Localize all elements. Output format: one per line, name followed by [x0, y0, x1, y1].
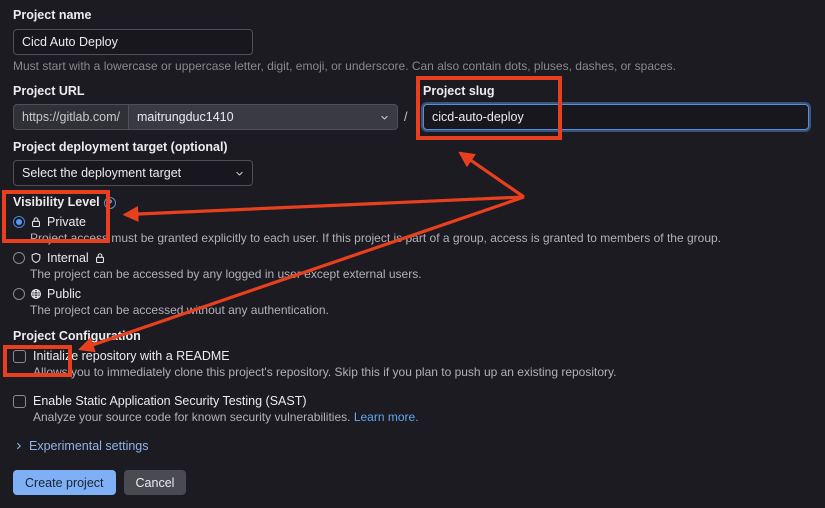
- cancel-button[interactable]: Cancel: [123, 470, 187, 495]
- project-configuration-options: Initialize repository with a README Allo…: [13, 348, 813, 438]
- project-slug-label: Project slug: [423, 84, 495, 98]
- visibility-level-options: Private Project access must be granted e…: [13, 214, 813, 322]
- visibility-option-private-description: Project access must be granted explicitl…: [30, 231, 722, 245]
- shield-icon: [31, 253, 41, 263]
- sast-description-text: Analyze your source code for known secur…: [33, 410, 351, 424]
- radio-private[interactable]: [13, 216, 25, 228]
- sast-learn-more-link[interactable]: Learn more.: [354, 410, 419, 424]
- configuration-option-sast-main: Enable Static Application Security Testi…: [13, 393, 813, 409]
- visibility-option-internal[interactable]: Internal The project can be accessed by …: [13, 250, 813, 282]
- project-name-label: Project name: [13, 8, 92, 22]
- radio-internal[interactable]: [13, 252, 25, 264]
- project-url-row: https://gitlab.com/ maitrungduc1410 /: [13, 104, 413, 130]
- arrow-to-visibility-level: [122, 195, 525, 223]
- deployment-target-label: Project deployment target (optional): [13, 140, 228, 154]
- deployment-target-select[interactable]: Select the deployment target: [13, 160, 253, 186]
- project-namespace-value: maitrungduc1410: [136, 110, 234, 124]
- configuration-option-readme-name: Initialize repository with a README: [33, 349, 230, 363]
- visibility-option-internal-name: Internal: [47, 251, 89, 265]
- checkbox-enable-sast[interactable]: [13, 394, 26, 408]
- visibility-option-public-description: The project can be accessed without any …: [30, 303, 329, 317]
- project-name-input[interactable]: [13, 29, 253, 55]
- create-project-button[interactable]: Create project: [13, 470, 116, 495]
- configuration-option-sast-name: Enable Static Application Security Testi…: [33, 394, 307, 408]
- new-project-form-page: Project name Must start with a lowercase…: [0, 0, 825, 508]
- project-slug-input[interactable]: [423, 104, 809, 130]
- checkbox-initialize-readme[interactable]: [13, 349, 26, 363]
- lock-icon: [32, 217, 40, 227]
- configuration-option-readme-description: Allows you to immediately clone this pro…: [33, 365, 617, 379]
- experimental-settings-toggle[interactable]: Experimental settings: [15, 439, 149, 453]
- globe-icon: [31, 289, 41, 299]
- chevron-down-icon: [381, 115, 388, 120]
- visibility-option-private-name: Private: [47, 215, 86, 229]
- deployment-target-value: Select the deployment target: [22, 166, 182, 180]
- project-url-prefix: https://gitlab.com/: [13, 104, 128, 130]
- configuration-option-sast-description: Analyze your source code for known secur…: [33, 409, 813, 425]
- project-url-label: Project URL: [13, 84, 85, 98]
- visibility-level-label-group: Visibility Level ?: [13, 195, 116, 210]
- visibility-option-private[interactable]: Private Project access must be granted e…: [13, 214, 813, 246]
- configuration-option-sast[interactable]: Enable Static Application Security Testi…: [13, 393, 813, 425]
- project-configuration-label: Project Configuration: [13, 329, 141, 343]
- configuration-option-readme[interactable]: Initialize repository with a README Allo…: [13, 348, 813, 380]
- visibility-option-public-name: Public: [47, 287, 82, 301]
- configuration-option-readme-main: Initialize repository with a README: [13, 348, 813, 364]
- chevron-right-icon: [17, 442, 21, 450]
- visibility-level-label: Visibility Level: [13, 195, 100, 209]
- question-circle-icon[interactable]: ?: [103, 196, 116, 209]
- visibility-option-public-main: Public: [13, 286, 813, 302]
- visibility-option-internal-main: Internal: [13, 250, 813, 266]
- chevron-down-icon: [236, 171, 243, 176]
- visibility-option-public[interactable]: Public The project can be accessed witho…: [13, 286, 813, 318]
- project-name-helper-text: Must start with a lowercase or uppercase…: [13, 59, 676, 73]
- visibility-option-private-main: Private: [13, 214, 813, 230]
- project-url-separator: /: [403, 110, 408, 124]
- experimental-settings-label: Experimental settings: [29, 439, 149, 453]
- visibility-option-internal-description: The project can be accessed by any logge…: [30, 267, 422, 281]
- lock-icon: [95, 253, 104, 263]
- arrow-to-project-slug: [458, 151, 525, 199]
- form-actions: Create project Cancel: [13, 470, 187, 495]
- project-namespace-select[interactable]: maitrungduc1410: [127, 104, 398, 130]
- project-slug-wrapper: [423, 104, 809, 130]
- radio-public[interactable]: [13, 288, 25, 300]
